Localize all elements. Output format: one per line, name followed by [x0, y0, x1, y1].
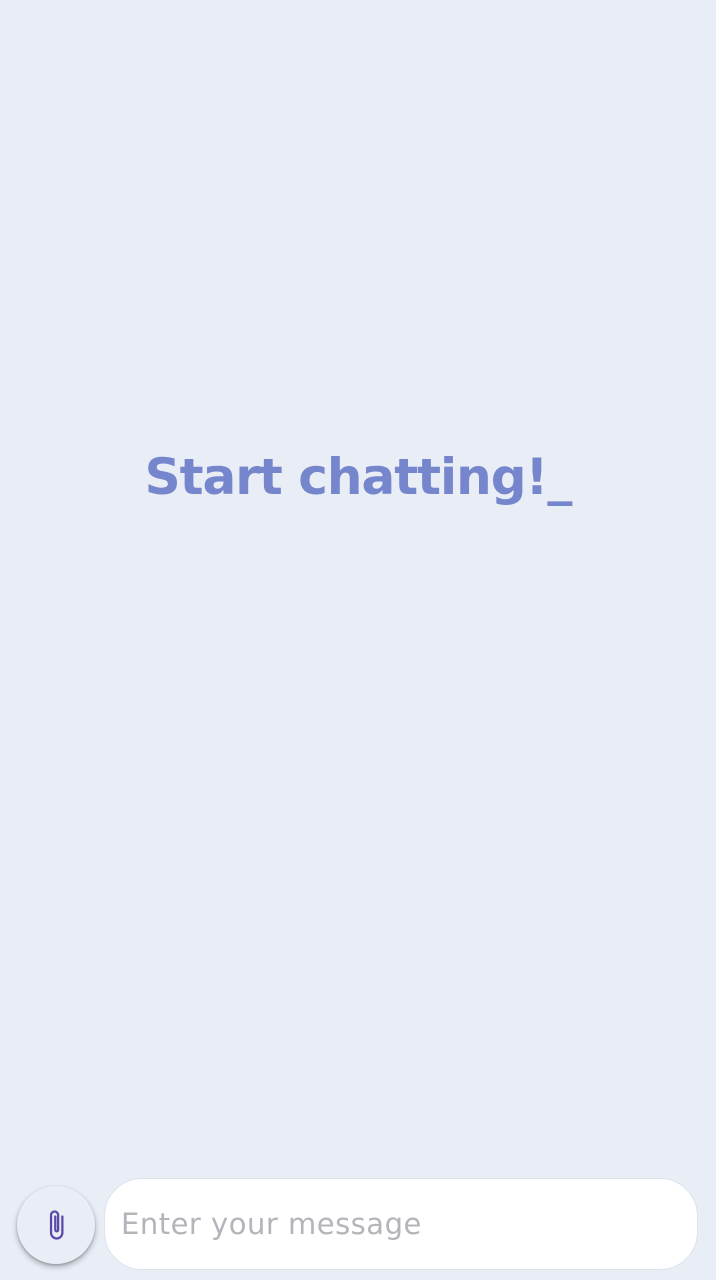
empty-state-title: Start chatting!_	[144, 448, 573, 506]
attach-button[interactable]	[17, 1186, 95, 1264]
paperclip-icon	[39, 1206, 73, 1244]
message-composer	[0, 1178, 716, 1272]
message-input[interactable]	[121, 1207, 677, 1241]
empty-state: Start chatting!_	[0, 448, 716, 506]
message-field[interactable]	[104, 1178, 698, 1270]
